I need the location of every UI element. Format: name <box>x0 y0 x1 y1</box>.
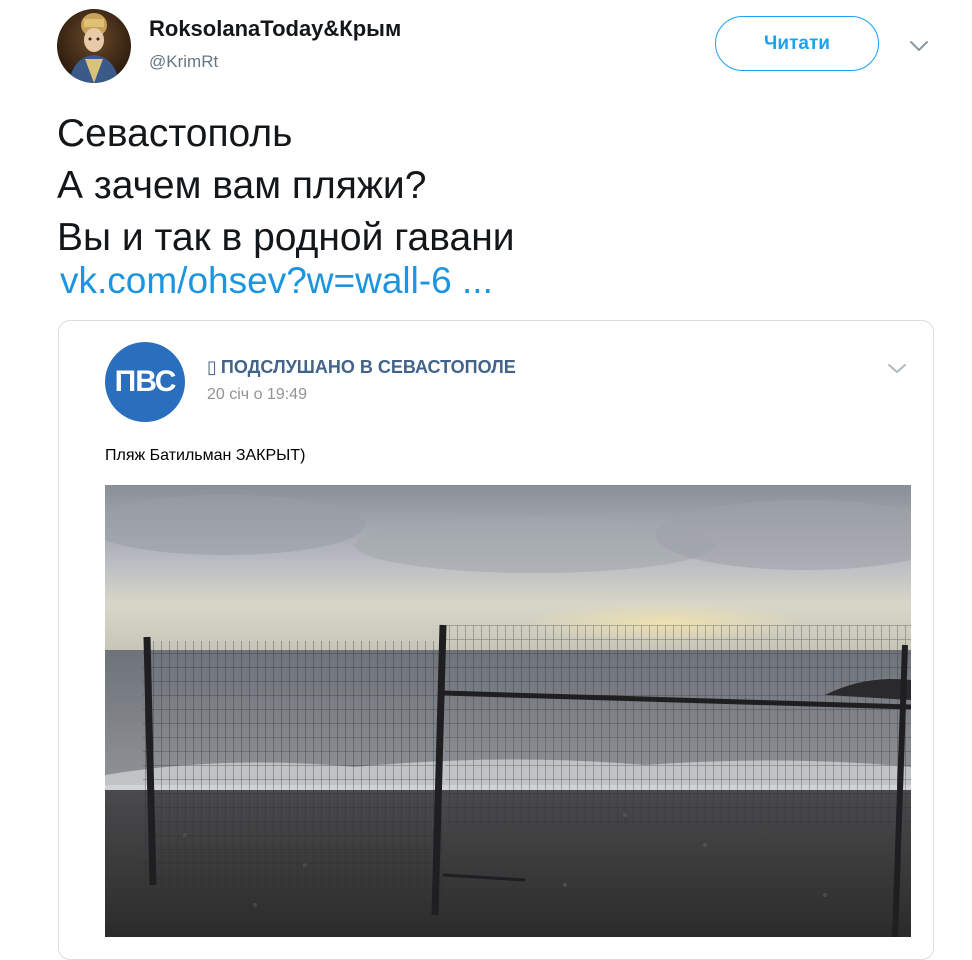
chevron-down-icon[interactable] <box>885 361 909 377</box>
author-handle[interactable]: @KrimRt <box>149 52 218 72</box>
tweet-text: Севастополь А зачем вам пляжи? Вы и так … <box>57 108 515 264</box>
group-avatar-text: ПВС <box>114 365 177 398</box>
tweet-text-line: А зачем вам пляжи? <box>57 164 427 207</box>
tweet-text-line: Севастополь <box>57 112 293 155</box>
group-name-text: ПОДСЛУШАНО В СЕВАСТОПОЛЕ <box>220 357 516 377</box>
follow-button[interactable]: Читати <box>715 16 879 71</box>
post-date[interactable]: 20 січ о 19:49 <box>207 386 307 404</box>
tweet-text-line: Вы и так в родной гавани <box>57 216 515 259</box>
author-avatar[interactable] <box>57 9 131 83</box>
vk-post-card[interactable]: ПВС ▯ ПОДСЛУШАНО В СЕВАСТОПОЛЕ 20 січ о 1… <box>58 320 934 960</box>
chevron-down-icon[interactable] <box>906 36 932 56</box>
group-name[interactable]: ▯ ПОДСЛУШАНО В СЕВАСТОПОЛЕ <box>207 357 516 378</box>
group-name-mark: ▯ <box>207 357 217 377</box>
post-photo[interactable] <box>105 485 911 937</box>
author-name[interactable]: RoksolanaToday&Крым <box>149 16 401 42</box>
tweet-header: RoksolanaToday&Крым @KrimRt Читати <box>0 0 972 100</box>
tweet-link[interactable]: vk.com/ohsev?w=wall-6 ... <box>60 258 493 304</box>
post-text: Пляж Батильман ЗАКРЫТ) <box>105 447 306 464</box>
group-avatar[interactable]: ПВС <box>105 342 185 422</box>
